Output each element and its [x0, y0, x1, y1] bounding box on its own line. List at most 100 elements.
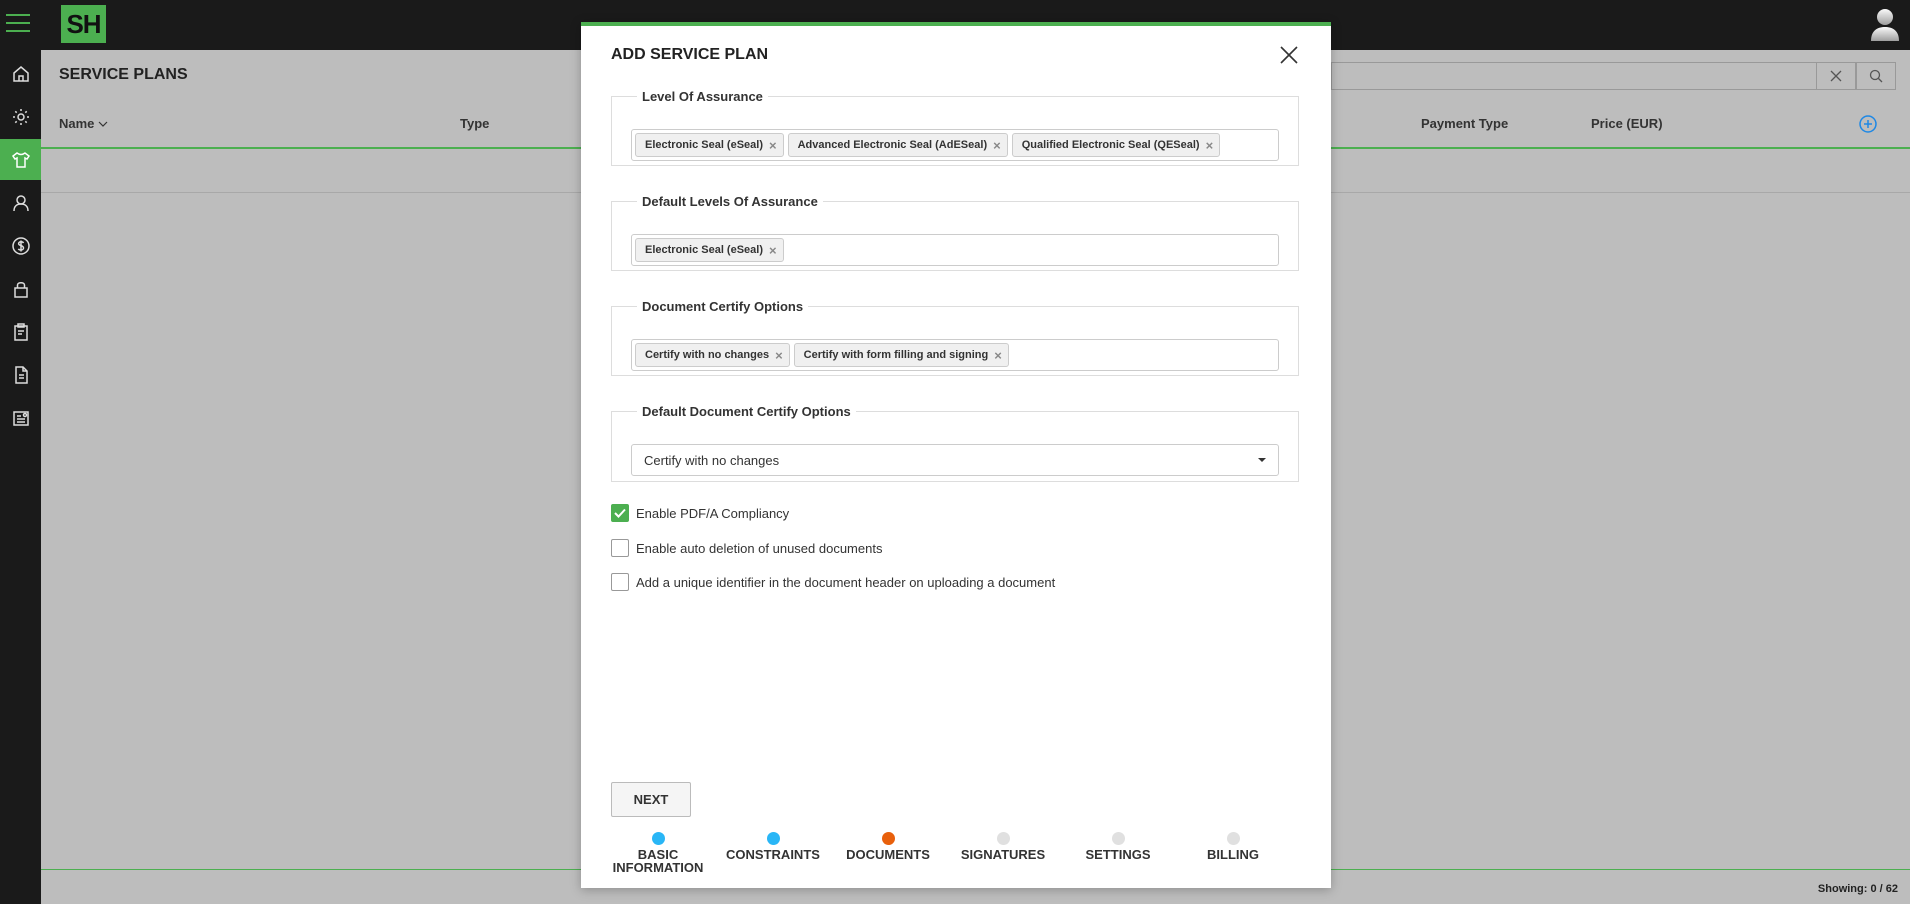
- sidebar-item-security[interactable]: [0, 268, 41, 309]
- tag: Electronic Seal (eSeal) ×: [635, 238, 784, 262]
- step-label: SIGNATURES: [960, 847, 1046, 862]
- step-dot: [1226, 832, 1240, 845]
- sidebar-item-users[interactable]: [0, 182, 41, 223]
- step-label: CONSTRAINTS: [726, 847, 820, 862]
- sidebar: [0, 50, 41, 904]
- shirt-icon: [11, 151, 30, 168]
- log-icon: [12, 410, 29, 426]
- tag: Certify with form filling and signing ×: [793, 343, 1009, 367]
- sidebar-item-service-plans[interactable]: [0, 139, 41, 180]
- add-service-plan-modal: ADD SERVICE PLAN Level Of Assurance Elec…: [581, 22, 1331, 888]
- group-legend: Document Certify Options: [642, 299, 804, 314]
- step-dot: [996, 832, 1010, 845]
- tag-label: Electronic Seal (eSeal): [645, 244, 763, 256]
- step-constraints[interactable]: CONSTRAINTS: [713, 832, 833, 861]
- tag-label: Electronic Seal (eSeal): [645, 139, 763, 151]
- step-billing[interactable]: BILLING: [1173, 832, 1293, 861]
- tag-label: Certify with form filling and signing: [803, 349, 989, 361]
- step-dot: [1111, 832, 1125, 845]
- close-icon: [1830, 70, 1842, 82]
- document-icon: [14, 365, 28, 384]
- default-levels-group: Default Levels Of Assurance Electronic S…: [611, 194, 1299, 271]
- step-label: BASIC INFORMATION: [598, 848, 718, 874]
- tag-label: Qualified Electronic Seal (QESeal): [1021, 139, 1200, 151]
- pdfa-compliancy-option: Enable PDF/A Compliancy: [611, 504, 789, 522]
- step-dot: [651, 832, 665, 845]
- clipboard-icon: [13, 322, 28, 341]
- search-clear-button[interactable]: [1816, 62, 1856, 90]
- remove-tag-icon[interactable]: ×: [769, 243, 777, 258]
- level-of-assurance-input[interactable]: Electronic Seal (eSeal) × Advanced Electr…: [631, 129, 1279, 161]
- menu-icon[interactable]: [6, 14, 30, 34]
- home-icon: [12, 65, 29, 82]
- column-header-price[interactable]: Price (EUR): [1591, 116, 1663, 131]
- checkmark-icon: [614, 508, 626, 518]
- level-of-assurance-group: Level Of Assurance Electronic Seal (eSea…: [611, 89, 1299, 166]
- tag: Certify with no changes ×: [635, 343, 790, 367]
- tag-label: Certify with no changes: [645, 349, 770, 361]
- checkbox-label: Enable PDF/A Compliancy: [636, 505, 790, 521]
- app-logo[interactable]: SH: [61, 5, 106, 43]
- modal-title: ADD SERVICE PLAN: [611, 46, 769, 63]
- group-legend: Default Document Certify Options: [642, 404, 851, 419]
- certify-options-input[interactable]: Certify with no changes × Certify with fo…: [631, 339, 1279, 371]
- user-avatar-icon[interactable]: [1870, 6, 1900, 42]
- dollar-icon: [11, 236, 30, 255]
- step-settings[interactable]: SETTINGS: [1058, 832, 1178, 861]
- column-header-label: Name: [59, 116, 95, 131]
- certify-options-group: Document Certify Options Certify with no…: [611, 299, 1299, 376]
- step-label-line: INFORMATION: [612, 860, 704, 875]
- column-header-type[interactable]: Type: [460, 116, 489, 131]
- default-certify-select[interactable]: Certify with no changes: [631, 444, 1279, 476]
- tag: Electronic Seal (eSeal) ×: [635, 133, 784, 157]
- sidebar-item-documents[interactable]: [0, 354, 41, 395]
- user-icon: [12, 194, 29, 211]
- column-header-name[interactable]: Name: [59, 116, 108, 131]
- sidebar-item-home[interactable]: [0, 53, 41, 94]
- auto-deletion-option: Enable auto deletion of unused documents: [611, 539, 882, 557]
- select-value: Certify with no changes: [644, 452, 780, 468]
- gear-icon: [12, 108, 29, 125]
- default-levels-input[interactable]: Electronic Seal (eSeal) ×: [631, 234, 1279, 266]
- step-dot: [881, 832, 895, 845]
- unique-identifier-checkbox[interactable]: [611, 573, 629, 591]
- tag-label: Advanced Electronic Seal (AdESeal): [797, 139, 988, 151]
- wizard-steps: BASIC INFORMATION CONSTRAINTS DOCUMENTS S…: [611, 832, 1301, 882]
- add-circle-icon[interactable]: [1859, 115, 1877, 133]
- checkbox-label: Add a unique identifier in the document …: [636, 574, 1056, 590]
- close-icon[interactable]: [1278, 44, 1300, 66]
- default-certify-group: Default Document Certify Options Certify…: [611, 404, 1299, 482]
- auto-deletion-checkbox[interactable]: [611, 539, 629, 557]
- page-title: SERVICE PLANS: [59, 66, 188, 83]
- search-button[interactable]: [1856, 62, 1896, 90]
- group-legend: Default Levels Of Assurance: [642, 194, 818, 209]
- sidebar-item-reports[interactable]: [0, 311, 41, 352]
- sidebar-item-logs[interactable]: [0, 397, 41, 438]
- tag: Qualified Electronic Seal (QESeal) ×: [1011, 133, 1221, 157]
- step-documents[interactable]: DOCUMENTS: [828, 832, 948, 861]
- remove-tag-icon[interactable]: ×: [775, 348, 783, 363]
- remove-tag-icon[interactable]: ×: [769, 138, 777, 153]
- step-dot: [766, 832, 780, 845]
- column-header-payment-type[interactable]: Payment Type: [1421, 116, 1508, 131]
- remove-tag-icon[interactable]: ×: [1206, 138, 1214, 153]
- step-label: BILLING: [1207, 847, 1259, 862]
- lock-icon: [13, 281, 28, 298]
- step-label: SETTINGS: [1085, 847, 1151, 862]
- chevron-down-icon: [98, 121, 108, 127]
- step-basic-information[interactable]: BASIC INFORMATION: [598, 832, 718, 874]
- sidebar-item-billing[interactable]: [0, 225, 41, 266]
- step-label: DOCUMENTS: [846, 847, 930, 862]
- pdfa-compliancy-checkbox[interactable]: [611, 504, 629, 522]
- tag: Advanced Electronic Seal (AdESeal) ×: [787, 133, 1008, 157]
- remove-tag-icon[interactable]: ×: [994, 348, 1002, 363]
- dropdown-caret-icon: [1258, 458, 1266, 462]
- remove-tag-icon[interactable]: ×: [993, 138, 1001, 153]
- sidebar-item-settings[interactable]: [0, 96, 41, 137]
- checkbox-label: Enable auto deletion of unused documents: [636, 540, 883, 556]
- search-input[interactable]: [1331, 62, 1856, 90]
- step-signatures[interactable]: SIGNATURES: [943, 832, 1063, 861]
- showing-count: Showing: 0 / 62: [1817, 883, 1898, 895]
- group-legend: Level Of Assurance: [642, 89, 763, 104]
- next-button[interactable]: NEXT: [611, 782, 691, 817]
